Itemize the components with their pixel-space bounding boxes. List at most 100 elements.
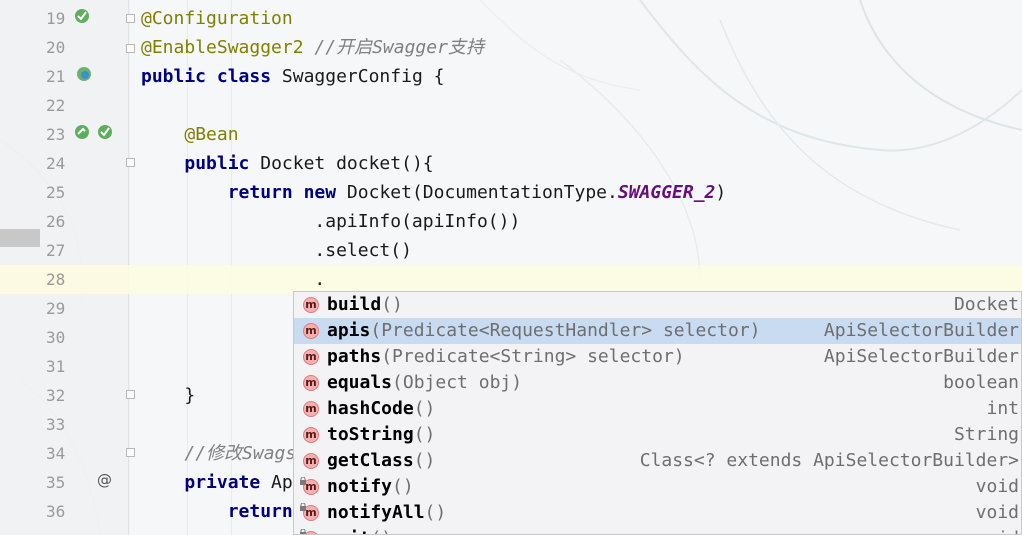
line-number: 25 bbox=[46, 183, 66, 202]
code-token: //修改Swags bbox=[184, 443, 297, 464]
code-token: .select() bbox=[141, 240, 412, 261]
line-number: 26 bbox=[46, 212, 66, 231]
code-line[interactable]: 20 @EnableSwagger2 //开启Swagger支持 bbox=[0, 33, 1022, 62]
code-token: Docket docket(){ bbox=[249, 153, 434, 174]
code-token: .apiInfo(apiInfo()) bbox=[141, 211, 521, 232]
method-signature: () bbox=[413, 450, 436, 471]
code-text: .select() bbox=[141, 236, 412, 265]
override-at-icon[interactable]: @ bbox=[96, 472, 112, 488]
method-icon: m bbox=[303, 375, 319, 391]
code-token: SWAGGER_2 bbox=[617, 182, 716, 203]
spring-config-icon[interactable] bbox=[76, 66, 92, 82]
line-number: 20 bbox=[46, 38, 66, 57]
fold-marker[interactable] bbox=[126, 14, 135, 23]
line-number: 33 bbox=[46, 415, 66, 434]
code-token: } bbox=[141, 385, 196, 406]
completion-item-notify[interactable]: m notify() void bbox=[294, 474, 1021, 500]
return-type: ApiSelectorBuilder bbox=[823, 320, 1019, 341]
code-token: public bbox=[184, 153, 250, 174]
completion-item-paths[interactable]: m paths(Predicate<String> selector) ApiSel… bbox=[294, 344, 1021, 370]
code-token: public bbox=[141, 66, 207, 87]
line-number: 29 bbox=[46, 299, 66, 318]
code-token: SwaggerConfig { bbox=[271, 66, 445, 87]
method-name: getClass bbox=[327, 450, 414, 471]
completion-name: hashCode() bbox=[327, 396, 435, 422]
method-icon: m bbox=[303, 453, 319, 469]
line-number: 34 bbox=[46, 444, 66, 463]
method-signature: () bbox=[413, 398, 436, 419]
bean-check-icon[interactable] bbox=[74, 8, 90, 24]
code-line[interactable]: 23 @Bean bbox=[0, 120, 1022, 149]
code-text: return bbox=[141, 497, 293, 526]
return-type: void bbox=[975, 502, 1019, 523]
code-line[interactable]: 19 @Configuration bbox=[0, 4, 1022, 33]
code-text: public class SwaggerConfig { bbox=[141, 62, 444, 91]
code-token: @Configuration bbox=[141, 8, 293, 29]
code-line[interactable]: 27 .select() bbox=[0, 236, 1022, 265]
completion-item-notifyAll[interactable]: m notifyAll() void bbox=[294, 500, 1021, 526]
completion-name: getClass() bbox=[327, 448, 435, 474]
method-icon: m bbox=[303, 427, 319, 443]
code-line[interactable]: 21 public class SwaggerConfig { bbox=[0, 62, 1022, 91]
method-icon: m bbox=[303, 349, 319, 365]
completion-name: notify() bbox=[327, 474, 414, 500]
method-name: wait bbox=[327, 528, 370, 534]
fold-marker[interactable] bbox=[126, 158, 135, 167]
completion-name: notifyAll() bbox=[327, 500, 446, 526]
line-number: 22 bbox=[46, 96, 66, 115]
code-token: @EnableSwagger2 bbox=[141, 37, 304, 58]
code-line[interactable]: 26 .apiInfo(apiInfo()) bbox=[0, 207, 1022, 236]
method-icon: m bbox=[303, 297, 319, 313]
code-text: @Configuration bbox=[141, 4, 293, 33]
lock-icon bbox=[300, 477, 306, 485]
line-number: 23 bbox=[46, 125, 66, 144]
method-name: notify bbox=[327, 476, 393, 497]
method-name: build bbox=[327, 294, 382, 315]
lock-icon bbox=[300, 503, 306, 511]
fold-marker[interactable] bbox=[126, 448, 135, 457]
method-icon: m bbox=[303, 323, 319, 339]
code-token: Ap bbox=[260, 472, 293, 493]
line-number: 24 bbox=[46, 154, 66, 173]
code-token: @Bean bbox=[184, 124, 239, 145]
bean-run-icon[interactable] bbox=[74, 124, 90, 140]
completion-name: wait() bbox=[327, 526, 392, 534]
method-name: toString bbox=[327, 424, 414, 445]
method-signature: (Predicate<String> selector) bbox=[381, 346, 685, 367]
completion-item-build[interactable]: m build() Docket bbox=[294, 292, 1021, 318]
completion-name: paths(Predicate<String> selector) bbox=[327, 344, 685, 370]
code-line[interactable]: 25 return new Docket(DocumentationType.S… bbox=[0, 178, 1022, 207]
completion-item-hashCode[interactable]: m hashCode() int bbox=[294, 396, 1021, 422]
code-text: public Docket docket(){ bbox=[141, 149, 434, 178]
code-text: . bbox=[141, 265, 325, 294]
fold-marker[interactable] bbox=[126, 390, 135, 399]
completion-item-equals[interactable]: m equals(Object obj) boolean bbox=[294, 370, 1021, 396]
current-code-line[interactable]: 28 . bbox=[0, 265, 1022, 294]
completion-item-wait[interactable]: mwait()void bbox=[294, 526, 1021, 534]
completion-item-apis[interactable]: m apis(Predicate<RequestHandler> selector… bbox=[294, 318, 1021, 344]
code-text: private Ap bbox=[141, 468, 293, 497]
method-signature: (Predicate<RequestHandler> selector) bbox=[370, 320, 761, 341]
code-line[interactable]: 24 public Docket docket(){ bbox=[0, 149, 1022, 178]
completion-item-getClass[interactable]: m getClass() Class<? extends ApiSelectorBu… bbox=[294, 448, 1021, 474]
code-token: ) bbox=[715, 182, 727, 203]
fold-marker[interactable] bbox=[126, 44, 135, 53]
code-completion-popup[interactable]: m build() Docket m apis(Predicate<RequestHan… bbox=[293, 291, 1022, 535]
return-type: void bbox=[975, 476, 1019, 497]
method-name: notifyAll bbox=[327, 502, 425, 523]
completion-name: toString() bbox=[327, 422, 435, 448]
code-token: //开启Swagger支持 bbox=[314, 37, 484, 58]
completion-name: apis(Predicate<RequestHandler> selector) bbox=[327, 318, 761, 344]
line-number: 30 bbox=[46, 328, 66, 347]
method-name: hashCode bbox=[327, 398, 414, 419]
code-line[interactable]: 22 bbox=[0, 91, 1022, 120]
bean-check-icon[interactable] bbox=[97, 124, 113, 140]
lock-icon bbox=[300, 529, 306, 534]
completion-item-toString[interactable]: m toString() String bbox=[294, 422, 1021, 448]
line-number: 35 bbox=[46, 473, 66, 492]
